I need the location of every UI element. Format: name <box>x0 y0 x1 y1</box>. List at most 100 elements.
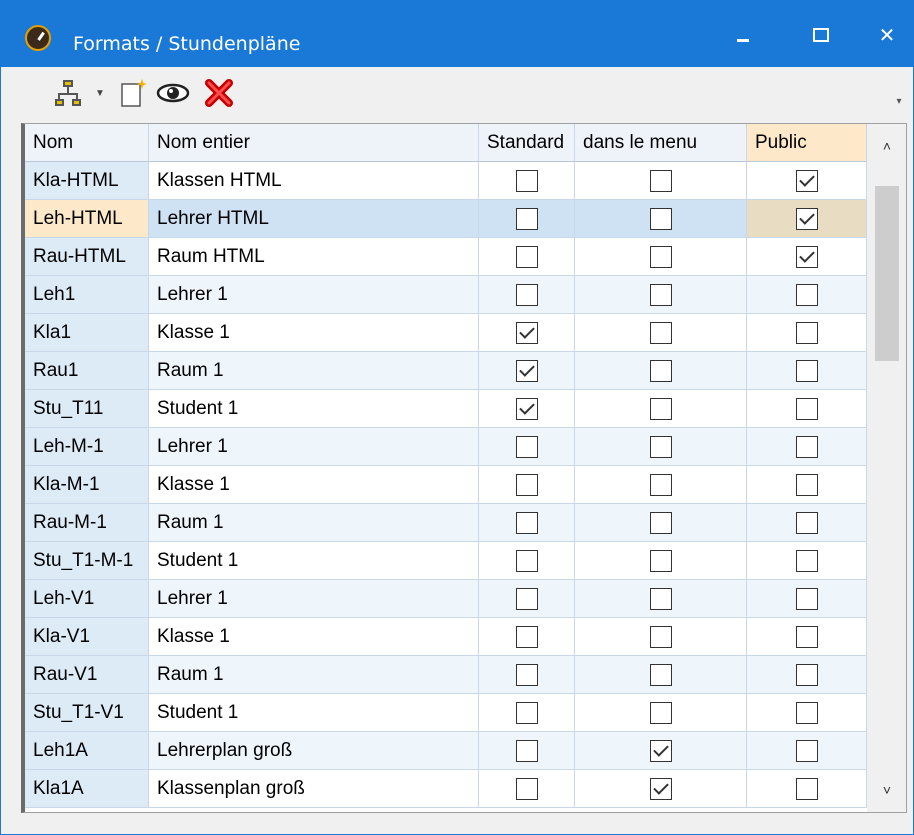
standard-checkbox[interactable] <box>515 511 538 534</box>
public-checkbox[interactable] <box>795 169 818 192</box>
cell-nom-entier[interactable]: Raum 1 <box>149 656 479 694</box>
column-header-standard[interactable]: Standard <box>479 124 575 162</box>
cell-public[interactable] <box>747 656 867 694</box>
public-checkbox[interactable] <box>795 245 818 268</box>
cell-standard[interactable] <box>479 466 575 504</box>
public-checkbox[interactable] <box>795 359 818 382</box>
cell-menu[interactable] <box>575 352 747 390</box>
menu-checkbox[interactable] <box>649 283 672 306</box>
cell-standard[interactable] <box>479 656 575 694</box>
menu-checkbox[interactable] <box>649 701 672 724</box>
table-row[interactable]: Rau-HTML Raum HTML <box>25 238 867 276</box>
cell-public[interactable] <box>747 770 867 808</box>
table-row[interactable]: Stu_T1-M-1 Student 1 <box>25 542 867 580</box>
cell-nom-entier[interactable]: Lehrer 1 <box>149 276 479 314</box>
cell-public[interactable] <box>747 618 867 656</box>
cell-nom[interactable]: Rau1 <box>25 352 149 390</box>
cell-standard[interactable] <box>479 352 575 390</box>
cell-menu[interactable] <box>575 276 747 314</box>
menu-checkbox[interactable] <box>649 511 672 534</box>
table-row[interactable]: Leh1 Lehrer 1 <box>25 276 867 314</box>
view-button[interactable] <box>155 77 191 109</box>
standard-checkbox[interactable] <box>515 777 538 800</box>
cell-public[interactable] <box>747 428 867 466</box>
column-header-dans-le-menu[interactable]: dans le menu <box>575 124 747 162</box>
cell-nom-entier[interactable]: Klasse 1 <box>149 618 479 656</box>
cell-nom[interactable]: Stu_T1-M-1 <box>25 542 149 580</box>
cell-menu[interactable] <box>575 656 747 694</box>
maximize-button[interactable] <box>801 17 841 53</box>
menu-checkbox[interactable] <box>649 207 672 230</box>
scroll-thumb[interactable] <box>875 186 899 361</box>
cell-public[interactable] <box>747 314 867 352</box>
cell-nom-entier[interactable]: Student 1 <box>149 694 479 732</box>
cell-nom[interactable]: Stu_T1-V1 <box>25 694 149 732</box>
standard-checkbox[interactable] <box>515 359 538 382</box>
cell-menu[interactable] <box>575 428 747 466</box>
public-checkbox[interactable] <box>795 435 818 458</box>
public-checkbox[interactable] <box>795 397 818 420</box>
column-header-nom-entier[interactable]: Nom entier <box>149 124 479 162</box>
cell-menu[interactable] <box>575 770 747 808</box>
cell-nom[interactable]: Kla-M-1 <box>25 466 149 504</box>
public-checkbox[interactable] <box>795 283 818 306</box>
delete-button[interactable] <box>201 77 237 109</box>
public-checkbox[interactable] <box>795 549 818 572</box>
standard-checkbox[interactable] <box>515 169 538 192</box>
table-row[interactable]: Kla1 Klasse 1 <box>25 314 867 352</box>
cell-nom[interactable]: Leh-M-1 <box>25 428 149 466</box>
cell-standard[interactable] <box>479 200 575 238</box>
standard-checkbox[interactable] <box>515 587 538 610</box>
standard-checkbox[interactable] <box>515 283 538 306</box>
standard-checkbox[interactable] <box>515 625 538 648</box>
cell-public[interactable] <box>747 504 867 542</box>
column-header-nom[interactable]: Nom <box>25 124 149 162</box>
cell-nom-entier[interactable]: Lehrer HTML <box>149 200 479 238</box>
cell-public[interactable] <box>747 200 867 238</box>
cell-menu[interactable] <box>575 466 747 504</box>
cell-nom[interactable]: Kla-HTML <box>25 162 149 200</box>
table-row[interactable]: Leh-V1 Lehrer 1 <box>25 580 867 618</box>
toolbar-overflow-button[interactable]: ▾ <box>889 85 909 117</box>
cell-nom[interactable]: Leh-V1 <box>25 580 149 618</box>
cell-standard[interactable] <box>479 732 575 770</box>
table-row[interactable]: Kla1A Klassenplan groß <box>25 770 867 808</box>
cell-public[interactable] <box>747 276 867 314</box>
standard-checkbox[interactable] <box>515 207 538 230</box>
cell-menu[interactable] <box>575 390 747 428</box>
scroll-up-button[interactable]: ˄ <box>867 128 906 164</box>
table-row[interactable]: Rau-V1 Raum 1 <box>25 656 867 694</box>
menu-checkbox[interactable] <box>649 473 672 496</box>
standard-checkbox[interactable] <box>515 245 538 268</box>
cell-menu[interactable] <box>575 618 747 656</box>
public-checkbox[interactable] <box>795 321 818 344</box>
cell-standard[interactable] <box>479 276 575 314</box>
public-checkbox[interactable] <box>795 473 818 496</box>
cell-nom-entier[interactable]: Student 1 <box>149 390 479 428</box>
close-button[interactable]: ✕ <box>867 17 907 53</box>
cell-public[interactable] <box>747 352 867 390</box>
cell-menu[interactable] <box>575 504 747 542</box>
cell-standard[interactable] <box>479 162 575 200</box>
table-row[interactable]: Rau-M-1 Raum 1 <box>25 504 867 542</box>
menu-checkbox[interactable] <box>649 663 672 686</box>
cell-nom-entier[interactable]: Lehrerplan groß <box>149 732 479 770</box>
menu-checkbox[interactable] <box>649 435 672 458</box>
table-row[interactable]: Kla-HTML Klassen HTML <box>25 162 867 200</box>
cell-nom[interactable]: Kla-V1 <box>25 618 149 656</box>
cell-standard[interactable] <box>479 618 575 656</box>
cell-nom[interactable]: Leh1 <box>25 276 149 314</box>
cell-public[interactable] <box>747 238 867 276</box>
cell-nom[interactable]: Stu_T11 <box>25 390 149 428</box>
cell-public[interactable] <box>747 694 867 732</box>
cell-nom-entier[interactable]: Raum HTML <box>149 238 479 276</box>
network-dropdown-button[interactable]: ▼ <box>93 77 107 109</box>
cell-standard[interactable] <box>479 580 575 618</box>
table-row[interactable]: Leh1A Lehrerplan groß <box>25 732 867 770</box>
menu-checkbox[interactable] <box>649 359 672 382</box>
cell-nom[interactable]: Leh-HTML <box>25 200 149 238</box>
minimize-button[interactable] <box>723 17 763 53</box>
cell-menu[interactable] <box>575 162 747 200</box>
menu-checkbox[interactable] <box>649 587 672 610</box>
cell-menu[interactable] <box>575 732 747 770</box>
